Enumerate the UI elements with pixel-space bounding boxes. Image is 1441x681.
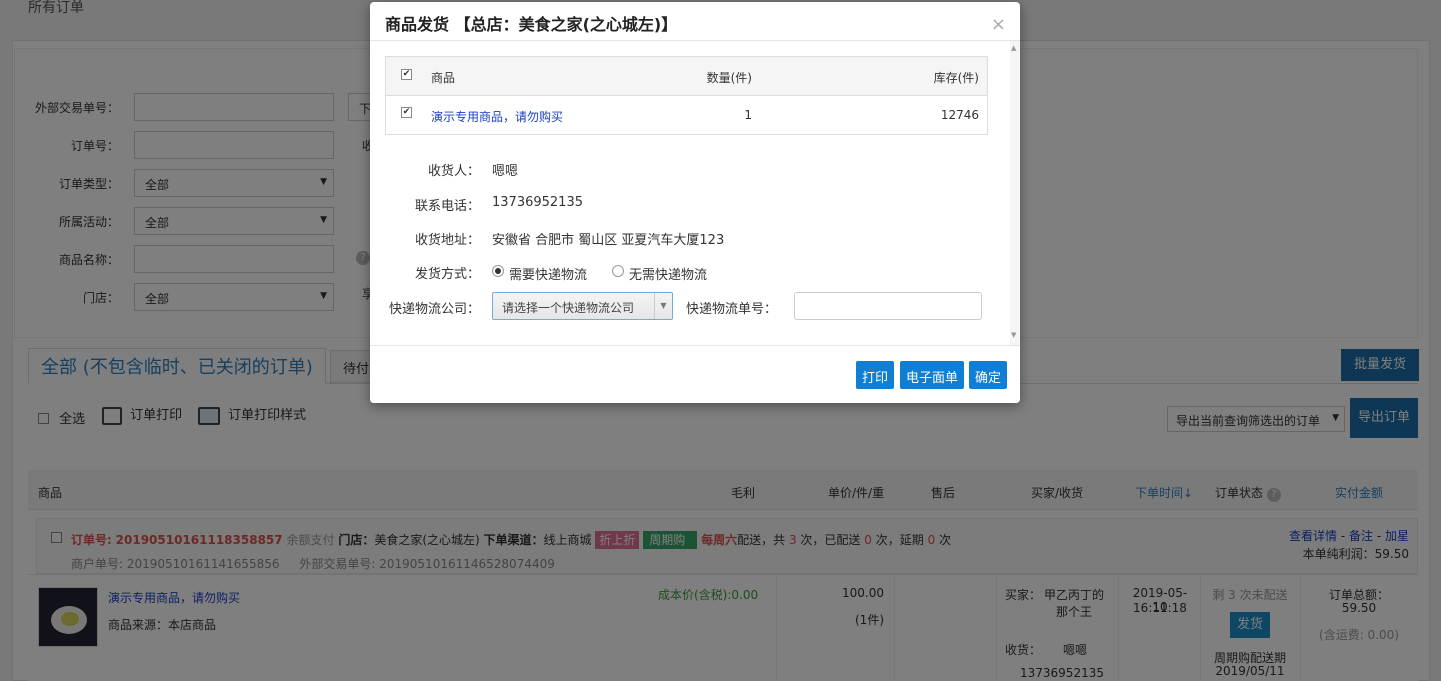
scroll-up-icon[interactable]: ▲ <box>1011 44 1016 52</box>
goods-row-qty: 1 <box>744 108 752 122</box>
close-icon[interactable]: × <box>991 14 1006 35</box>
phone-label: 联系电话： <box>414 199 480 214</box>
dialog-footer: 打印 电子面单 确定 <box>370 345 1020 403</box>
dialog-header-divider <box>370 40 1020 41</box>
goods-col-name: 商品 <box>431 71 456 85</box>
radio-no-express[interactable] <box>612 265 624 277</box>
receiver-value: 嗯嗯 <box>492 164 519 179</box>
express-no-input[interactable] <box>794 292 982 320</box>
goods-table: ✔ 商品 数量(件) 库存(件) ✔ 演示专用商品，请勿购买 1 12746 <box>385 56 988 135</box>
e-sheet-button[interactable]: 电子面单 <box>900 361 965 389</box>
express-no-label: 快递物流单号： <box>686 302 778 317</box>
goods-row-stock: 12746 <box>940 108 979 122</box>
radio-no-express-label: 无需快递物流 <box>629 268 708 283</box>
radio-need-express[interactable] <box>492 265 504 277</box>
confirm-button[interactable]: 确定 <box>969 361 1008 389</box>
receiver-label: 收货人： <box>427 164 480 179</box>
address-label: 收货地址： <box>414 233 480 248</box>
goods-col-stock: 库存(件) <box>933 71 979 85</box>
express-company-placeholder: 请选择一个快递物流公司 <box>502 301 635 315</box>
dialog-title: 商品发货 【总店：美食之家(之心城左)】 <box>385 15 678 34</box>
goods-row-name[interactable]: 演示专用商品，请勿购买 <box>431 108 563 125</box>
ship-method-label: 发货方式： <box>414 267 480 282</box>
dialog-scrollbar[interactable]: ▲ ▼ <box>1010 41 1020 345</box>
goods-row-checkbox[interactable]: ✔ <box>401 107 412 118</box>
goods-col-qty: 数量(件) <box>706 71 752 85</box>
express-company-select[interactable]: 请选择一个快递物流公司 ▼ <box>492 292 673 320</box>
goods-select-all-checkbox[interactable]: ✔ <box>401 69 412 80</box>
ship-goods-dialog: 商品发货 【总店：美食之家(之心城左)】 × ✔ 商品 数量(件) 库存(件) … <box>370 2 1020 403</box>
goods-table-header: ✔ 商品 数量(件) 库存(件) <box>386 57 987 96</box>
scroll-down-icon[interactable]: ▼ <box>1011 331 1016 339</box>
address-value: 安徽省 合肥市 蜀山区 亚夏汽车大厦123 <box>492 233 725 248</box>
goods-row: ✔ 演示专用商品，请勿购买 1 12746 <box>386 96 987 134</box>
chevron-down-icon: ▼ <box>654 293 672 319</box>
phone-value: 13736952135 <box>492 195 583 210</box>
print-button[interactable]: 打印 <box>856 361 895 389</box>
express-company-label: 快递物流公司： <box>388 302 480 317</box>
radio-need-express-label: 需要快递物流 <box>509 268 588 283</box>
